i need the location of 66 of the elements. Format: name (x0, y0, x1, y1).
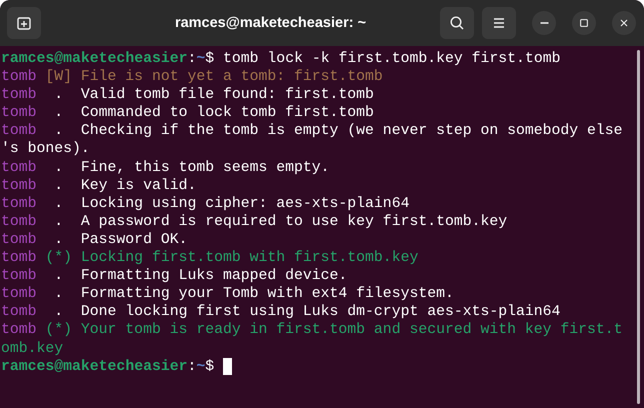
prompt-user: ramces@maketecheasier (1, 358, 188, 376)
log-marker: [W] (45, 68, 72, 86)
log-source: tomb (1, 321, 37, 340)
maximize-icon (578, 17, 590, 29)
log-source: tomb (1, 230, 37, 250)
window-title: ramces@maketecheasier: ~ (174, 15, 368, 31)
log-marker: . (53, 285, 64, 304)
prompt-symbol: $ (205, 50, 214, 68)
log-message: Checking if the tomb is empty (we never step on somebody else (80, 122, 623, 140)
menu-button[interactable] (482, 7, 516, 39)
log-source: tomb (1, 104, 37, 122)
log-source: tomb (1, 194, 37, 213)
maximize-button[interactable] (572, 11, 596, 35)
log-marker: . (53, 176, 64, 195)
log-message: 's bones). (1, 140, 90, 159)
log-marker: . (53, 230, 64, 250)
prompt-colon: : (187, 50, 196, 68)
log-message: Valid tomb file found: first.tomb (80, 86, 374, 104)
log-message: Done locking first using Luks dm-crypt aes-xts-plain64 (80, 303, 560, 322)
minimize-icon (540, 22, 548, 24)
scrollbar[interactable] (637, 50, 640, 404)
log-source: tomb (1, 86, 37, 104)
minimize-button[interactable] (532, 11, 556, 35)
prompt-user: ramces@maketecheasier (1, 50, 188, 68)
log-source: tomb (1, 158, 37, 177)
log-marker: . (53, 212, 64, 231)
new-tab-button[interactable] (7, 7, 41, 39)
log-marker: (*) (45, 249, 72, 268)
prompt-symbol: $ (205, 358, 214, 376)
log-message: Formatting Luks mapped device. (80, 267, 348, 286)
log-marker: . (53, 194, 64, 213)
search-button[interactable] (440, 7, 474, 39)
log-marker: . (53, 158, 64, 177)
log-source: tomb (1, 267, 37, 286)
log-marker: . (53, 86, 64, 104)
log-message: Commanded to lock tomb first.tomb (80, 104, 374, 122)
log-marker: . (53, 303, 64, 322)
log-source: tomb (1, 176, 37, 195)
log-source: tomb (1, 68, 37, 86)
log-source: tomb (1, 303, 37, 322)
command-text: tomb lock -k first.tomb.key first.tomb (223, 50, 560, 68)
log-source: tomb (1, 212, 37, 231)
log-message: Password OK. (80, 230, 188, 250)
prompt-path: ~ (196, 50, 206, 68)
log-message: omb.key (1, 340, 64, 358)
prompt-path: ~ (196, 358, 206, 376)
log-source: tomb (1, 249, 37, 268)
log-message: Formatting your Tomb with ext4 filesystem. (80, 285, 454, 304)
log-message: Locking first.tomb with first.tomb.key (80, 249, 418, 268)
close-button[interactable] (612, 11, 636, 35)
log-marker: . (53, 104, 64, 122)
log-message: A password is required to use key first.tomb.key (80, 212, 508, 231)
log-message: Fine, this tomb seems empty. (80, 158, 330, 177)
log-marker: . (53, 267, 64, 286)
log-marker: . (53, 122, 64, 140)
prompt-colon: : (187, 358, 196, 376)
log-message: Your tomb is ready in first.tomb and secured with key first.t (80, 321, 623, 340)
search-icon (449, 15, 465, 31)
log-message: Locking using cipher: aes-xts-plain64 (80, 194, 410, 213)
close-icon (618, 17, 630, 29)
log-marker: (*) (45, 321, 72, 340)
log-message: File is not yet a tomb: first.tomb (80, 68, 383, 86)
log-message: Key is valid. (80, 176, 196, 195)
log-source: tomb (1, 285, 37, 304)
new-tab-icon (16, 15, 32, 31)
log-source: tomb (1, 122, 37, 140)
